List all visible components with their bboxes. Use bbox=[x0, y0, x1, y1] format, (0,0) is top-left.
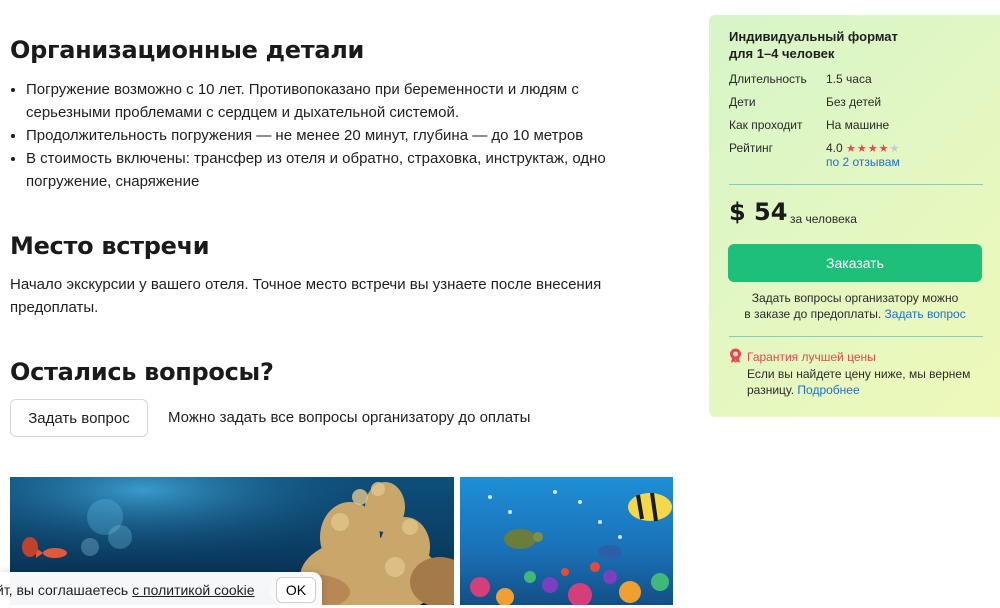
info-value: 1.5 часа bbox=[826, 72, 872, 86]
cookie-policy-link[interactable]: с политикой cookie bbox=[132, 582, 254, 598]
questions-hint: Можно задать все вопросы организатору до… bbox=[168, 409, 531, 426]
price-unit: за человека bbox=[790, 212, 857, 226]
details-list: Погружение возможно с 10 лет. Противопок… bbox=[10, 78, 666, 193]
cookie-text: йт, вы соглашаетесь с политикой cookie bbox=[0, 582, 255, 598]
order-button[interactable]: Заказать bbox=[728, 244, 982, 282]
guarantee-more-link[interactable]: Подробнее bbox=[797, 383, 859, 397]
ask-organizer-note: Задать вопросы организатору можно в зака… bbox=[728, 290, 982, 322]
rating-value-group: 4.0 ★★★★★ по 2 отзывам bbox=[826, 141, 900, 169]
star-icon: ★ bbox=[856, 143, 868, 155]
card-title-line: для 1–4 человек bbox=[729, 46, 835, 61]
cookie-banner: йт, вы соглашаетесь с политикой cookie O… bbox=[0, 572, 322, 608]
details-item: В стоимость включены: трансфер из отеля … bbox=[26, 147, 666, 193]
details-item: Продолжительность погружения — не менее … bbox=[26, 124, 666, 147]
divider bbox=[729, 184, 983, 185]
price: $ 54 bbox=[729, 198, 788, 226]
star-icon: ★ bbox=[878, 143, 890, 155]
star-icon: ★ bbox=[846, 143, 857, 155]
details-heading: Организационные детали bbox=[10, 36, 365, 64]
info-value: Без детей bbox=[826, 95, 882, 109]
info-value: На машине bbox=[826, 118, 890, 132]
star-icon: ★ bbox=[889, 143, 901, 155]
badge-icon bbox=[729, 348, 742, 366]
guarantee-text: Если вы найдете цену ниже, мы вернем раз… bbox=[747, 366, 987, 398]
info-label: Длительность bbox=[729, 72, 807, 86]
gallery-photo-fish[interactable] bbox=[460, 477, 673, 605]
ask-note-line: в заказе до предоплаты. bbox=[744, 307, 882, 321]
ask-question-link[interactable]: Задать вопрос bbox=[885, 307, 966, 321]
rating-stars: ★★★★★ bbox=[846, 143, 900, 155]
meeting-text: Начало экскурсии у вашего отеля. Точное … bbox=[10, 276, 602, 316]
ask-question-button[interactable]: Задать вопрос bbox=[10, 399, 148, 437]
meeting-heading: Место встречи bbox=[10, 232, 210, 260]
card-title: Индивидуальный формат для 1–4 человек bbox=[729, 28, 898, 62]
details-item: Погружение возможно с 10 лет. Противопок… bbox=[26, 78, 666, 124]
info-label: Дети bbox=[729, 95, 756, 109]
guarantee-title: Гарантия лучшей цены bbox=[747, 350, 876, 364]
reviews-link[interactable]: по 2 отзывам bbox=[826, 155, 900, 169]
booking-card: Индивидуальный формат для 1–4 человек Дл… bbox=[709, 15, 1000, 417]
info-label: Рейтинг bbox=[729, 141, 774, 155]
cookie-ok-button[interactable]: OK bbox=[276, 577, 316, 603]
rating-value: 4.0 bbox=[826, 141, 843, 155]
divider bbox=[729, 336, 983, 337]
questions-heading: Остались вопросы? bbox=[10, 358, 274, 386]
cookie-text-prefix: йт, вы соглашаетесь bbox=[0, 582, 133, 598]
ask-note-line: Задать вопросы организатору можно bbox=[751, 291, 959, 305]
info-label: Как проходит bbox=[729, 118, 803, 132]
star-icon: ★ bbox=[867, 143, 879, 155]
card-title-line: Индивидуальный формат bbox=[729, 29, 898, 44]
